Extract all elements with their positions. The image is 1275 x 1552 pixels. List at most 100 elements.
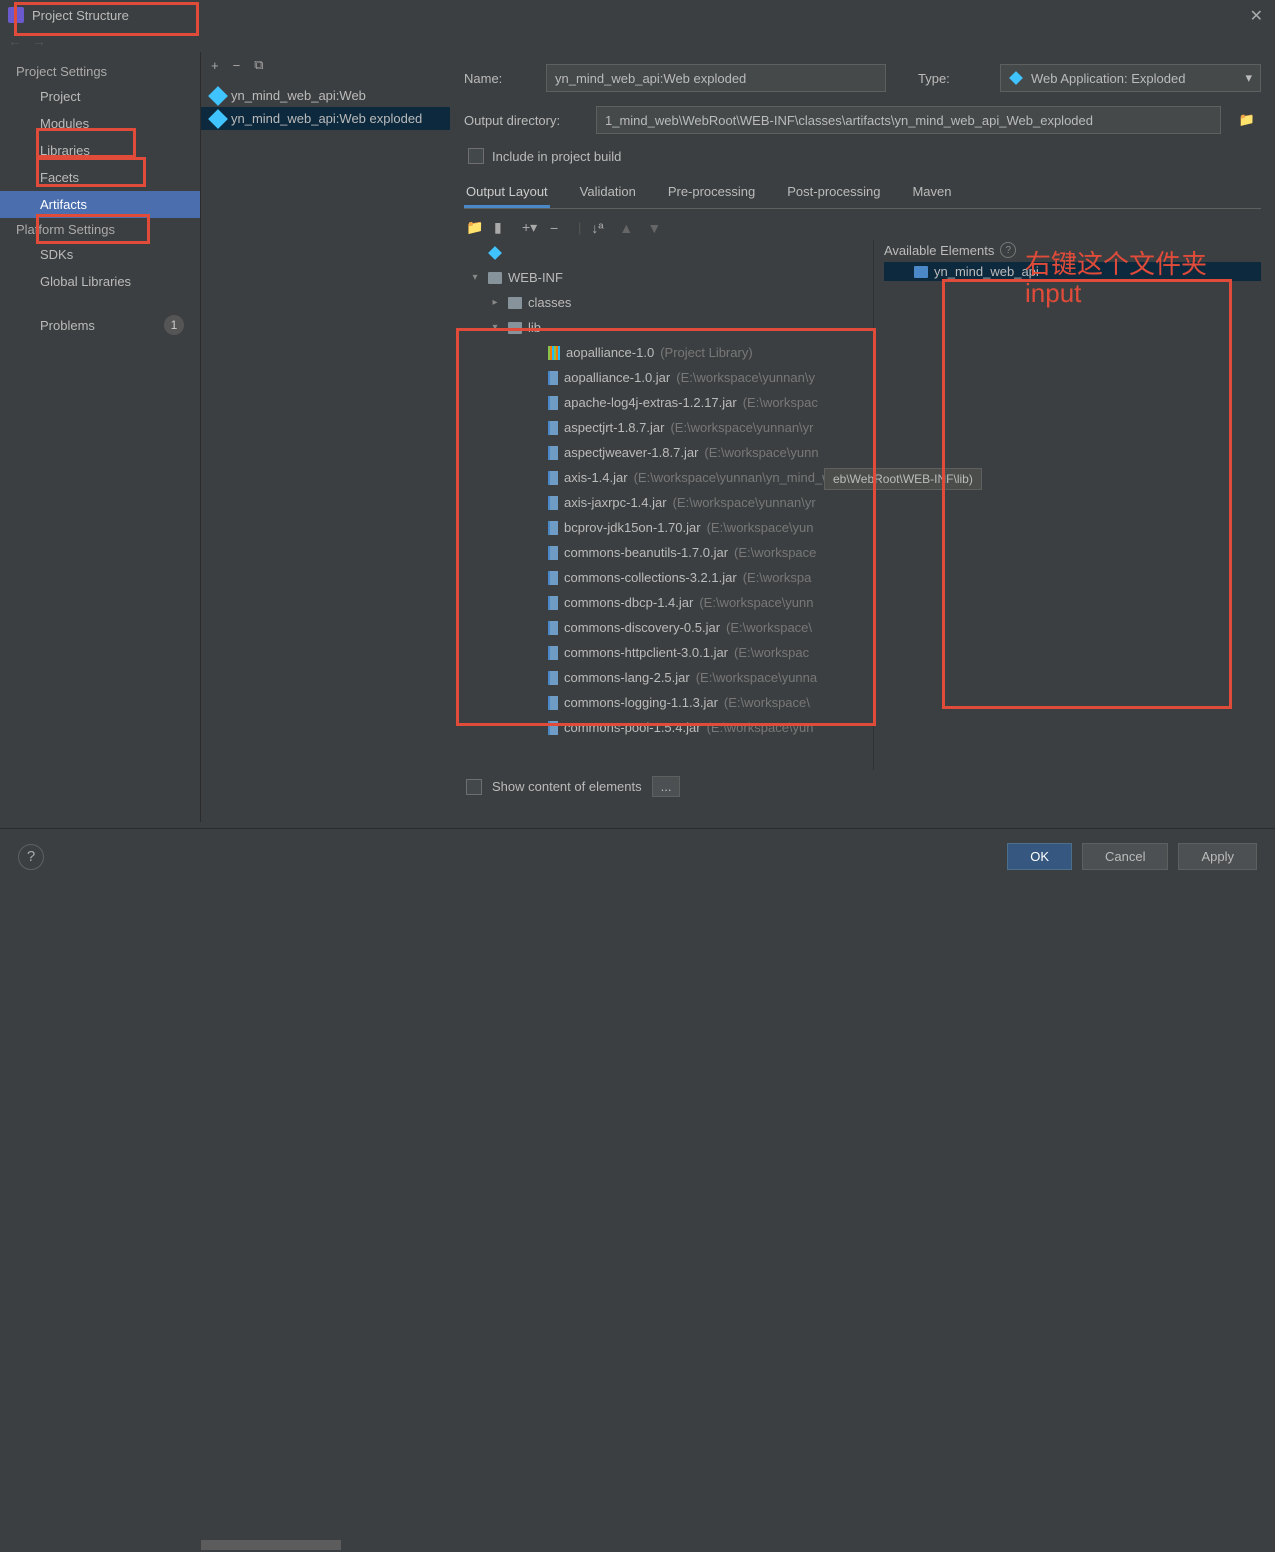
tree-row[interactable] bbox=[464, 240, 873, 265]
tree-row[interactable]: axis-jaxrpc-1.4.jar (E:\workspace\yunnan… bbox=[464, 490, 873, 515]
tree-label: WEB-INF bbox=[508, 270, 563, 285]
tree-row[interactable]: aspectjweaver-1.8.7.jar (E:\workspace\yu… bbox=[464, 440, 873, 465]
copy-icon[interactable]: ⧉ bbox=[254, 57, 263, 73]
tree-row[interactable]: axis-1.4.jar (E:\workspace\yunnan\yn_min… bbox=[464, 465, 873, 490]
forward-icon[interactable]: → bbox=[32, 33, 46, 49]
jar-icon bbox=[548, 721, 558, 735]
sidebar-item-global-libraries[interactable]: Global Libraries bbox=[0, 268, 200, 295]
sidebar-heading-platform: Platform Settings bbox=[0, 218, 200, 241]
include-build-checkbox[interactable] bbox=[468, 148, 484, 164]
tab-validation[interactable]: Validation bbox=[578, 178, 638, 208]
titlebar: Project Structure ✕ bbox=[0, 0, 1275, 30]
remove-item-icon[interactable]: − bbox=[550, 220, 568, 236]
context-help-icon[interactable]: ? bbox=[18, 844, 44, 870]
close-icon[interactable]: ✕ bbox=[1250, 6, 1263, 26]
name-label: Name: bbox=[464, 71, 534, 86]
chevron-icon[interactable]: ▾ bbox=[488, 322, 502, 333]
tree-row[interactable]: ▸ classes bbox=[464, 290, 873, 315]
sidebar-item-sdks[interactable]: SDKs bbox=[0, 241, 200, 268]
jar-icon bbox=[548, 696, 558, 710]
name-input[interactable] bbox=[546, 64, 886, 92]
chevron-icon[interactable]: ▸ bbox=[488, 297, 502, 308]
horizontal-scrollbar[interactable] bbox=[201, 1540, 451, 1552]
ok-button[interactable]: OK bbox=[1007, 843, 1072, 870]
output-input[interactable] bbox=[596, 106, 1221, 134]
tab-maven[interactable]: Maven bbox=[910, 178, 953, 208]
sidebar-item-facets[interactable]: Facets bbox=[0, 164, 200, 191]
artifact-icon bbox=[208, 109, 228, 129]
tree-label: classes bbox=[528, 295, 571, 310]
sidebar: Project Settings ProjectModulesLibraries… bbox=[0, 52, 200, 822]
tree-row[interactable]: commons-dbcp-1.4.jar (E:\workspace\yunn bbox=[464, 590, 873, 615]
up-icon[interactable]: ▲ bbox=[619, 220, 637, 236]
footer: ? OK Cancel Apply bbox=[0, 828, 1275, 884]
type-select[interactable]: Web Application: Exploded ▾ bbox=[1000, 64, 1261, 92]
tab-post-processing[interactable]: Post-processing bbox=[785, 178, 882, 208]
jar-icon bbox=[548, 446, 558, 460]
sidebar-item-modules[interactable]: Modules bbox=[0, 110, 200, 137]
tree-row[interactable]: commons-logging-1.1.3.jar (E:\workspace\ bbox=[464, 690, 873, 715]
remove-icon[interactable]: − bbox=[233, 58, 241, 73]
help-icon[interactable]: ? bbox=[1000, 242, 1016, 258]
tree-row[interactable]: apache-log4j-extras-1.2.17.jar (E:\works… bbox=[464, 390, 873, 415]
show-content-label: Show content of elements bbox=[492, 779, 642, 794]
artifact-editor: Name: Type: Web Application: Exploded ▾ … bbox=[450, 52, 1275, 822]
sort-icon[interactable]: ↓ª bbox=[591, 220, 609, 236]
tree-suffix: (E:\workspac bbox=[734, 645, 809, 660]
available-header: Available Elements bbox=[884, 243, 994, 258]
browse-folder-icon[interactable]: 📁 bbox=[1233, 106, 1261, 134]
tree-row[interactable]: commons-beanutils-1.7.0.jar (E:\workspac… bbox=[464, 540, 873, 565]
artifact-label: yn_mind_web_api:Web bbox=[231, 88, 366, 103]
add-icon[interactable]: + bbox=[211, 58, 219, 73]
tree-row[interactable]: commons-lang-2.5.jar (E:\workspace\yunna bbox=[464, 665, 873, 690]
output-tree: ▾ WEB-INF ▸ classes ▾ lib aopalliance-1.0 (Pro… bbox=[464, 240, 874, 770]
new-folder-icon[interactable]: 📁 bbox=[466, 219, 484, 236]
sidebar-item-libraries[interactable]: Libraries bbox=[0, 137, 200, 164]
tree-row[interactable]: commons-discovery-0.5.jar (E:\workspace\ bbox=[464, 615, 873, 640]
jar-icon bbox=[548, 396, 558, 410]
apply-button[interactable]: Apply bbox=[1178, 843, 1257, 870]
back-icon[interactable]: ← bbox=[8, 33, 22, 49]
tree-row[interactable]: commons-httpclient-3.0.1.jar (E:\workspa… bbox=[464, 640, 873, 665]
tree-row[interactable]: ▾ lib bbox=[464, 315, 873, 340]
tree-row[interactable]: ▾ WEB-INF bbox=[464, 265, 873, 290]
tree-row[interactable]: aspectjrt-1.8.7.jar (E:\workspace\yunnan… bbox=[464, 415, 873, 440]
tree-row[interactable]: commons-pool-1.5.4.jar (E:\workspace\yun bbox=[464, 715, 873, 740]
show-content-checkbox[interactable] bbox=[466, 779, 482, 795]
tree-row[interactable]: aopalliance-1.0 (Project Library) bbox=[464, 340, 873, 365]
path-tooltip: eb\WebRoot\WEB-INF\lib) bbox=[824, 468, 982, 490]
tree-label: aspectjrt-1.8.7.jar bbox=[564, 420, 664, 435]
jar-icon bbox=[548, 546, 558, 560]
available-elements-pane: Available Elements ? yn_mind_web_api eb\… bbox=[874, 240, 1261, 770]
ellipsis-button[interactable]: ... bbox=[652, 776, 681, 797]
tree-label: axis-jaxrpc-1.4.jar bbox=[564, 495, 667, 510]
tab-output-layout[interactable]: Output Layout bbox=[464, 178, 550, 208]
tree-label: apache-log4j-extras-1.2.17.jar bbox=[564, 395, 737, 410]
tree-suffix: (E:\workspace\yunn bbox=[704, 445, 818, 460]
available-item[interactable]: yn_mind_web_api bbox=[884, 262, 1261, 281]
artifact-item[interactable]: yn_mind_web_api:Web bbox=[201, 84, 450, 107]
tree-label: lib bbox=[528, 320, 541, 335]
down-icon[interactable]: ▼ bbox=[647, 220, 665, 236]
artifact-list-panel: + − ⧉ yn_mind_web_api:Web yn_mind_web_api… bbox=[200, 52, 450, 822]
new-archive-icon[interactable]: ▮ bbox=[494, 219, 512, 236]
tree-suffix: (E:\workspace\yunnan\yn_mind_w bbox=[634, 470, 832, 485]
app-icon bbox=[8, 7, 24, 23]
sidebar-item-project[interactable]: Project bbox=[0, 83, 200, 110]
tree-row[interactable]: aopalliance-1.0.jar (E:\workspace\yunnan… bbox=[464, 365, 873, 390]
tree-suffix: (E:\workspace\yun bbox=[707, 720, 814, 735]
sidebar-item-problems[interactable]: Problems 1 bbox=[0, 309, 200, 341]
tree-label: aspectjweaver-1.8.7.jar bbox=[564, 445, 698, 460]
chevron-icon[interactable]: ▾ bbox=[468, 272, 482, 283]
artifact-label: yn_mind_web_api:Web exploded bbox=[231, 111, 422, 126]
jar-icon bbox=[548, 621, 558, 635]
sidebar-item-artifacts[interactable]: Artifacts bbox=[0, 191, 200, 218]
tab-bar: Output Layout Validation Pre-processing Pos… bbox=[464, 178, 1261, 209]
cancel-button[interactable]: Cancel bbox=[1082, 843, 1168, 870]
add-copy-icon[interactable]: +▾ bbox=[522, 219, 540, 236]
tree-label: aopalliance-1.0 bbox=[566, 345, 654, 360]
tree-row[interactable]: bcprov-jdk15on-1.70.jar (E:\workspace\yu… bbox=[464, 515, 873, 540]
tab-pre-processing[interactable]: Pre-processing bbox=[666, 178, 757, 208]
artifact-item[interactable]: yn_mind_web_api:Web exploded bbox=[201, 107, 450, 130]
tree-row[interactable]: commons-collections-3.2.1.jar (E:\worksp… bbox=[464, 565, 873, 590]
